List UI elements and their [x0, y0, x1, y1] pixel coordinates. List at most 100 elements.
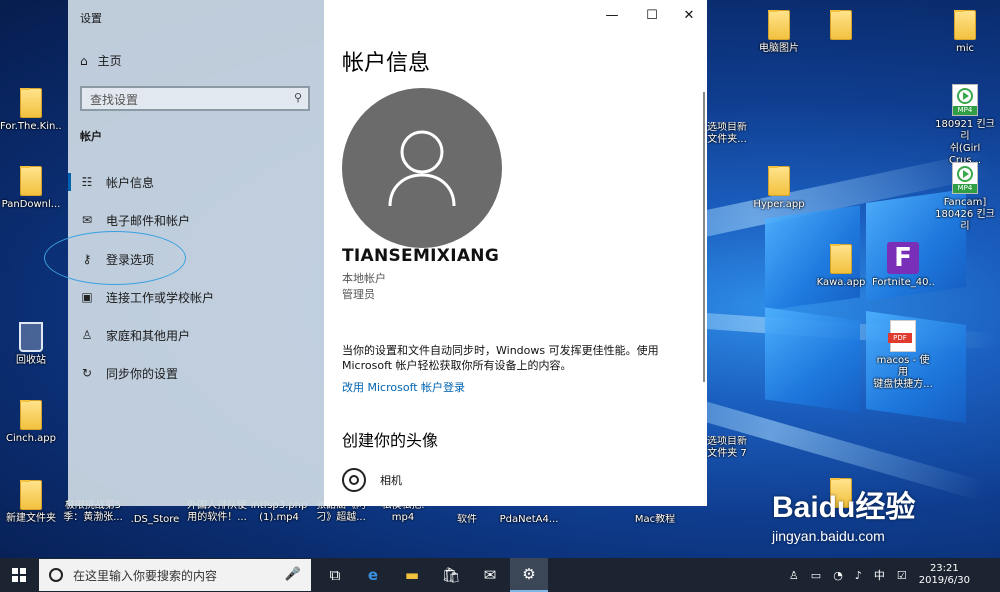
- nav-item-label: 连接工作或学校帐户: [106, 290, 215, 305]
- avatar: [342, 88, 502, 248]
- settings-taskbar-button[interactable]: ⚙: [510, 558, 548, 592]
- nav-item-sync-settings[interactable]: ↻ 同步你的设置: [68, 358, 324, 388]
- desktop-icon-label: 选项目新 文件夹 7: [707, 436, 747, 459]
- notification-icon[interactable]: ☑: [897, 569, 907, 582]
- page-title: 帐户信息: [342, 51, 431, 76]
- folder-icon: [830, 10, 852, 40]
- person-add-icon: ♙: [81, 328, 93, 342]
- desktop-icon-label: mic: [955, 43, 975, 54]
- create-avatar-heading: 创建你的头像: [342, 431, 439, 450]
- gear-icon: ⚙: [522, 565, 536, 583]
- account-role: 管理员: [342, 288, 375, 301]
- volume-icon[interactable]: ♪: [855, 569, 862, 582]
- sync-icon: ↻: [81, 366, 93, 380]
- edge-button[interactable]: e: [354, 558, 392, 592]
- nav-item-label: 同步你的设置: [106, 366, 179, 381]
- folder-icon: [768, 10, 790, 40]
- desktop-icon[interactable]: 新建文件夹: [0, 480, 62, 525]
- desktop-icon[interactable]: PDF macos - 使用 键盘快捷方...: [872, 320, 934, 391]
- desktop-icon-label: 电脑图片: [759, 43, 799, 54]
- desktop-icon-label: Hyper.app: [753, 199, 805, 210]
- nav-item-family-users[interactable]: ♙ 家庭和其他用户: [68, 320, 324, 350]
- desktop-icon[interactable]: [810, 10, 872, 43]
- baidu-logo: Baidu经验: [772, 491, 916, 524]
- folder-icon: [20, 88, 42, 118]
- desktop-icon-label: 新建文件夹: [6, 513, 56, 524]
- desktop-icon[interactable]: 软件: [436, 514, 498, 526]
- nav-item-account-info[interactable]: ☷ 帐户信息: [68, 167, 324, 197]
- desktop-icon-label: Cinch.app: [6, 433, 56, 444]
- minimize-button[interactable]: —: [598, 6, 626, 26]
- fortnite-app-icon: F: [887, 242, 919, 274]
- folder-icon: [830, 244, 852, 274]
- windows-logo-icon: [12, 568, 26, 582]
- desktop-icon[interactable]: MP4 180921 킨크리 쉬(Girl Crus...: [934, 84, 996, 167]
- search-placeholder: 查找设置: [90, 93, 139, 107]
- desktop-icon[interactable]: Kawa.app: [810, 244, 872, 289]
- search-icon: ⚲: [293, 91, 302, 104]
- desktop-icon[interactable]: Cinch.app: [0, 400, 62, 445]
- file-explorer-button[interactable]: ▬: [393, 558, 431, 592]
- desktop-icon[interactable]: F Fortnite_40...: [872, 242, 934, 289]
- desktop-icon-label: 选项目新 文件夹...: [707, 122, 747, 145]
- desktop-icon-label: .DS_Store: [130, 514, 180, 525]
- section-heading: 帐户: [80, 130, 102, 143]
- maximize-button[interactable]: ☐: [638, 6, 666, 26]
- settings-search-input[interactable]: 查找设置 ⚲: [80, 86, 310, 111]
- folder-icon: [20, 400, 42, 430]
- folder-icon: [768, 166, 790, 196]
- close-button[interactable]: ✕: [675, 6, 703, 26]
- nav-item-label: 家庭和其他用户: [106, 328, 191, 343]
- user-silhouette-icon: [388, 130, 456, 207]
- desktop-icon[interactable]: Mac教程: [624, 514, 686, 526]
- ime-indicator[interactable]: 中: [874, 567, 885, 583]
- desktop-icon-label: 180921 킨크리 쉬(Girl Crus...: [935, 119, 995, 166]
- windows-logo-pane: [765, 307, 860, 413]
- desktop-icon-label: 软件: [457, 514, 477, 525]
- camera-icon: [342, 468, 366, 492]
- mail-button[interactable]: ✉: [471, 558, 509, 592]
- nav-home[interactable]: ⌂ 主页: [80, 52, 122, 69]
- edge-icon: e: [367, 566, 379, 584]
- task-view-button[interactable]: ⧉: [316, 558, 354, 592]
- camera-label: 相机: [380, 474, 402, 487]
- desktop-icon[interactable]: mic: [934, 10, 996, 55]
- desktop-icon[interactable]: .DS_Store: [124, 514, 186, 526]
- desktop-icon[interactable]: Hyper.app: [748, 166, 810, 211]
- network-icon[interactable]: ◔: [833, 569, 843, 582]
- scrollbar[interactable]: [703, 92, 705, 382]
- microsoft-account-signin-link[interactable]: 改用 Microsoft 帐户登录: [342, 379, 465, 395]
- store-icon: 🛍: [441, 566, 461, 584]
- desktop-icon[interactable]: For.The.Kin...: [0, 88, 62, 133]
- start-button[interactable]: [0, 558, 38, 592]
- desktop-icon[interactable]: PdaNetA4...: [498, 514, 560, 526]
- pdf-file-icon: PDF: [888, 320, 916, 352]
- mail-icon: ✉: [81, 213, 93, 227]
- clock[interactable]: 23:21 2019/6/30: [919, 563, 970, 587]
- video-file-icon: MP4: [952, 162, 978, 194]
- clock-date: 2019/6/30: [918, 575, 970, 586]
- nav-item-work-school[interactable]: ▣ 连接工作或学校帐户: [68, 282, 324, 312]
- clock-time: 23:21: [929, 563, 959, 574]
- desktop-icon[interactable]: PanDownl...: [0, 166, 62, 211]
- store-button[interactable]: 🛍: [432, 558, 470, 592]
- camera-option[interactable]: 相机: [342, 468, 402, 492]
- desktop-icon[interactable]: 电脑图片: [748, 10, 810, 55]
- desktop-icon[interactable]: 回收站: [0, 322, 62, 367]
- window-title: 设置: [80, 12, 102, 25]
- taskbar-search-input[interactable]: 在这里输入你要搜索的内容 🎤: [39, 559, 311, 591]
- desktop-icon-label: PanDownl...: [1, 199, 61, 210]
- nav-item-label: 电子邮件和帐户: [106, 213, 191, 228]
- microphone-icon[interactable]: 🎤: [285, 567, 301, 582]
- task-view-icon: ⧉: [329, 566, 341, 584]
- people-icon[interactable]: ♙: [789, 569, 799, 582]
- highlight-annotation-circle: [44, 231, 186, 285]
- desktop-icon-label: Fancam] 180426 킨크리: [935, 197, 995, 232]
- video-file-icon: MP4: [952, 84, 978, 116]
- desktop-icon-label: macos - 使用 键盘快捷方...: [873, 355, 933, 390]
- desktop-icon-label: 回收站: [16, 355, 46, 366]
- desktop-icon[interactable]: MP4 Fancam] 180426 킨크리: [934, 162, 996, 233]
- desktop-icon-label: For.The.Kin...: [0, 121, 62, 132]
- desktop-icon-label: Mac教程: [634, 514, 676, 525]
- battery-icon[interactable]: ▭: [811, 569, 821, 582]
